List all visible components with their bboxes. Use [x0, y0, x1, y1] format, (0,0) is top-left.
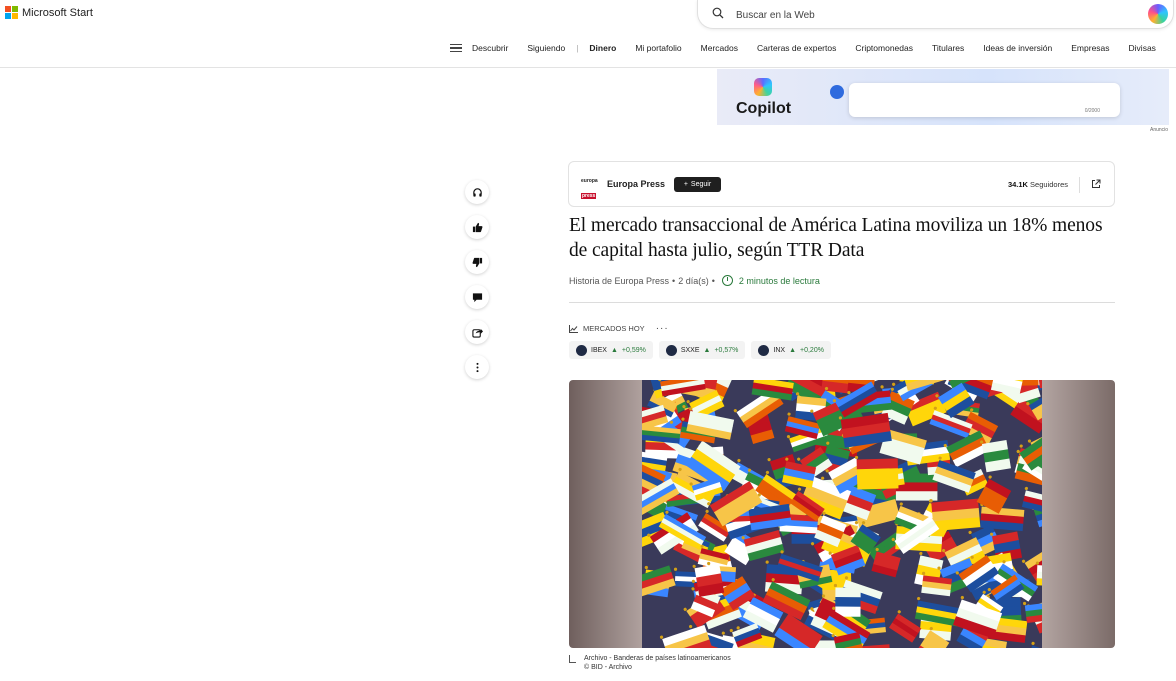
- read-time: 2 minutos de lectura: [738, 275, 820, 286]
- nav-item-criptomonedas[interactable]: Criptomonedas: [855, 43, 913, 53]
- search-icon: [712, 7, 724, 19]
- nav-item-divisas[interactable]: Divisas: [1129, 43, 1156, 53]
- nav-item-empresas[interactable]: Empresas: [1071, 43, 1109, 53]
- ad-product-name: Copilot: [736, 100, 792, 117]
- copilot-ad-banner[interactable]: Copilot 0/2000: [717, 69, 1169, 125]
- ticker-symbol: SXXE: [680, 346, 700, 354]
- copilot-logo-icon: [754, 78, 772, 96]
- more-options-icon[interactable]: [465, 355, 489, 379]
- comment-icon[interactable]: [465, 285, 489, 309]
- article-age: 2 día(s): [678, 275, 709, 286]
- thumbs-down-icon[interactable]: [465, 250, 489, 274]
- markets-header: MERCADOS HOY ···: [569, 323, 669, 334]
- nav-item-mi-portafolio[interactable]: Mi portafolio: [635, 43, 681, 53]
- ticker-sxxe[interactable]: SXXE ▲ +0,57%: [658, 341, 746, 359]
- ticker-change: +0,57%: [714, 346, 739, 354]
- trend-chart-icon: [569, 324, 578, 333]
- article-hero-image[interactable]: [569, 380, 1115, 648]
- index-icon: [576, 344, 587, 356]
- article-source: Historia de Europa Press: [569, 275, 670, 286]
- ticker-change: +0,20%: [800, 346, 824, 354]
- europa-press-logo[interactable]: europa press: [581, 178, 601, 199]
- followers-count: 34.1K Seguidores: [1007, 180, 1068, 189]
- thumbs-up-icon[interactable]: [465, 215, 489, 239]
- search-input[interactable]: [734, 6, 1118, 24]
- follow-button[interactable]: + Seguir: [674, 177, 721, 192]
- ticker-list: IBEX ▲ +0,59% SXXE ▲ +0,57% INX ▲ +0,20%: [569, 341, 831, 359]
- nav-item-descubrir[interactable]: Descubrir: [472, 43, 508, 53]
- flags-photo: [642, 380, 1042, 648]
- caption-text: Archivo - Banderas de países latinoameri…: [584, 655, 731, 662]
- article-meta: Historia de Europa Press • 2 día(s) • 2 …: [569, 275, 820, 286]
- ticker-inx[interactable]: INX ▲ +0,20%: [751, 341, 831, 359]
- follow-label: Seguir: [690, 181, 712, 188]
- action-rail: [465, 180, 489, 390]
- copilot-icon[interactable]: [1148, 4, 1168, 24]
- brand-name: Microsoft Start: [22, 6, 93, 19]
- flag-shape: [833, 583, 861, 617]
- nav-divider: |: [576, 42, 579, 53]
- headphones-icon[interactable]: [465, 180, 489, 204]
- ticker-symbol: INX: [773, 346, 786, 354]
- article-title: El mercado transaccional de América Lati…: [569, 215, 1103, 261]
- nav-item-carteras-de-expertos[interactable]: Carteras de expertos: [757, 43, 836, 53]
- external-link-icon[interactable]: [1091, 179, 1101, 189]
- markets-more-icon[interactable]: ···: [656, 323, 669, 334]
- copilot-chat-icon: [830, 85, 844, 99]
- content-divider: [569, 302, 1115, 303]
- ad-char-counter: 0/2000: [1084, 108, 1100, 114]
- up-arrow-icon: ▲: [610, 346, 618, 354]
- brand[interactable]: Microsoft Start: [5, 6, 93, 19]
- index-icon: [665, 344, 677, 356]
- publisher-card: europa press Europa Press + Seguir 34.1K…: [568, 161, 1115, 207]
- ticker-change: +0,59%: [621, 346, 646, 354]
- top-bar: Microsoft Start Descubrir Siguiendo | Di…: [0, 0, 1176, 68]
- nav-item-siguiendo[interactable]: Siguiendo: [527, 43, 565, 53]
- caption-corner-icon: [569, 655, 576, 663]
- image-caption: Archivo - Banderas de países latinoameri…: [569, 654, 731, 672]
- search-bar: [697, 0, 1174, 29]
- main-nav: Descubrir Siguiendo | Dinero Mi portafol…: [450, 42, 1175, 54]
- ticker-symbol: IBEX: [591, 346, 607, 354]
- plus-icon: +: [683, 181, 688, 188]
- up-arrow-icon: ▲: [703, 346, 711, 354]
- caption-credit: © BID - Archivo: [584, 664, 632, 671]
- clock-icon: [721, 275, 733, 286]
- nav-item-dinero[interactable]: Dinero: [589, 43, 616, 53]
- microsoft-logo-icon: [5, 6, 18, 19]
- flag-shape: [854, 455, 899, 490]
- ticker-ibex[interactable]: IBEX ▲ +0,59%: [569, 341, 653, 359]
- markets-heading: MERCADOS HOY: [583, 324, 645, 333]
- ad-chat-box-mock: 0/2000: [849, 83, 1120, 117]
- publisher-divider: [1079, 177, 1080, 193]
- ad-label: Anuncio: [1150, 127, 1169, 133]
- up-arrow-icon: ▲: [789, 346, 796, 354]
- nav-item-mercados[interactable]: Mercados: [701, 43, 738, 53]
- nav-item-ideas-de-inversion[interactable]: Ideas de inversión: [983, 43, 1052, 53]
- publisher-name[interactable]: Europa Press: [607, 179, 665, 189]
- index-icon: [758, 344, 770, 356]
- meta-separator: •: [711, 275, 715, 286]
- nav-item-titulares[interactable]: Titulares: [932, 43, 964, 53]
- meta-separator: •: [672, 275, 676, 286]
- hamburger-menu-icon[interactable]: [450, 42, 462, 54]
- share-icon[interactable]: [465, 320, 489, 344]
